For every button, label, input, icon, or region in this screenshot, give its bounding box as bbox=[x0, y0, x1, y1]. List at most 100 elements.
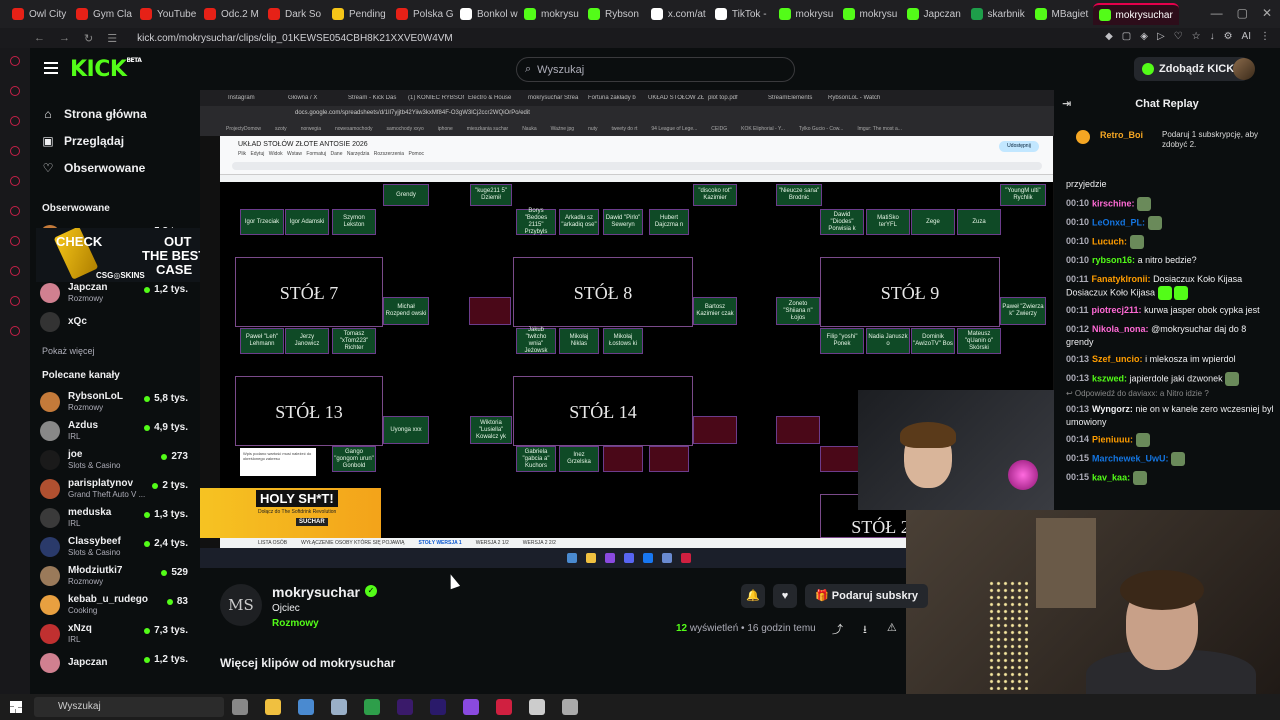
taskbar-app-icon[interactable] bbox=[331, 699, 347, 715]
browser-tab[interactable]: TikTok - bbox=[709, 3, 773, 25]
chat-username[interactable]: Wyngorz: bbox=[1092, 404, 1133, 414]
minimize-icon[interactable]: — bbox=[1211, 6, 1223, 20]
channel-item[interactable]: xQc bbox=[30, 307, 200, 336]
browser-tab[interactable]: YouTube bbox=[134, 3, 198, 25]
browser-tab[interactable]: Dark So bbox=[262, 3, 326, 25]
chat-username[interactable]: Nikola_nona: bbox=[1092, 324, 1149, 334]
get-kicks-button[interactable]: Zdobądź KICKs bbox=[1134, 57, 1249, 81]
browser-tab[interactable]: Owl City bbox=[6, 3, 70, 25]
close-icon[interactable]: ✕ bbox=[1262, 6, 1272, 20]
panel-icon[interactable] bbox=[10, 146, 20, 156]
collapse-chat-icon[interactable]: ⇥ bbox=[1062, 90, 1071, 118]
show-more-link[interactable]: Pokaż więcej bbox=[42, 346, 200, 356]
channel-item[interactable]: Japczan 1,2 tys. bbox=[30, 648, 200, 677]
panel-icon[interactable] bbox=[10, 86, 20, 96]
chat-username[interactable]: kszwed: bbox=[1092, 373, 1127, 383]
bell-icon[interactable]: 🔔 bbox=[741, 584, 765, 608]
browser-tab[interactable]: Odc.2 M bbox=[198, 3, 262, 25]
kick-logo[interactable]: KICKBETA bbox=[70, 57, 142, 82]
panel-icon[interactable] bbox=[10, 236, 20, 246]
extension-icon[interactable]: ☆ bbox=[1192, 31, 1201, 42]
report-icon[interactable]: ⚠ bbox=[887, 621, 897, 640]
taskbar-app-icon[interactable] bbox=[496, 699, 512, 715]
channel-item[interactable]: kebab_u_rudego Cooking 83 bbox=[30, 590, 200, 619]
reload-icon[interactable]: ↻ bbox=[84, 32, 93, 45]
streamer-avatar[interactable]: MS bbox=[220, 584, 262, 626]
taskbar-app-icon[interactable] bbox=[298, 699, 314, 715]
chat-username[interactable]: Szef_uncio: bbox=[1092, 354, 1143, 364]
chat-username[interactable]: LeOnxd_PL: bbox=[1092, 217, 1145, 227]
chat-username[interactable]: kirschine: bbox=[1092, 198, 1135, 208]
taskbar-app-icon[interactable] bbox=[232, 699, 248, 715]
chat-username[interactable]: Marchewek_UwU: bbox=[1092, 453, 1169, 463]
maximize-icon[interactable]: ▢ bbox=[1237, 6, 1248, 20]
channel-item[interactable]: joe Slots & Casino 273 bbox=[30, 445, 200, 474]
panel-icon[interactable] bbox=[10, 56, 20, 66]
sidebar-nav-item[interactable]: ⌂ Strona główna bbox=[42, 100, 200, 127]
channel-item[interactable]: Młodziutki7 Rozmowy 529 bbox=[30, 561, 200, 590]
extension-icon[interactable]: ◆ bbox=[1105, 31, 1113, 42]
chat-username[interactable]: Pieniuuu: bbox=[1092, 434, 1133, 444]
ad-banner[interactable]: CHECK OUT THE BEST CASE CSG◎SKINS bbox=[36, 228, 216, 282]
back-icon[interactable]: ← bbox=[34, 32, 45, 44]
download-icon[interactable]: ⭳ bbox=[863, 621, 867, 640]
extension-icon[interactable]: AI bbox=[1242, 31, 1251, 42]
chat-username[interactable]: rybson16: bbox=[1092, 255, 1135, 265]
channel-item[interactable]: Japczan Rozmowy 1,2 tys. bbox=[30, 278, 200, 307]
panel-icon[interactable] bbox=[10, 326, 20, 336]
channel-item[interactable]: parisplatynov Grand Theft Auto V ... 2 tys… bbox=[30, 474, 200, 503]
browser-tab[interactable]: MBagiet bbox=[1029, 3, 1093, 25]
taskbar-app-icon[interactable] bbox=[364, 699, 380, 715]
extension-icon[interactable]: ⋮ bbox=[1260, 31, 1270, 42]
chat-username[interactable]: kav_kaa: bbox=[1092, 472, 1130, 482]
panel-icon[interactable] bbox=[10, 296, 20, 306]
sidebar-nav-item[interactable]: ♡ Obserwowane bbox=[42, 154, 200, 181]
browser-tab[interactable]: Bonkol w bbox=[454, 3, 518, 25]
streamer-name[interactable]: mokrysuchar bbox=[272, 584, 360, 600]
taskbar-search[interactable]: Wyszukaj bbox=[34, 697, 224, 717]
channel-item[interactable]: Classybeef Slots & Casino 2,4 tys. bbox=[30, 532, 200, 561]
sidebar-nav-item[interactable]: ▣ Przeglądaj bbox=[42, 127, 200, 154]
chat-username[interactable]: Fanatyklronii: bbox=[1092, 274, 1151, 284]
browser-tab[interactable]: Gym Cla bbox=[70, 3, 134, 25]
channel-item[interactable]: RybsonLoL Rozmowy 5,8 tys. bbox=[30, 387, 200, 416]
channel-item[interactable]: Azdus IRL 4,9 tys. bbox=[30, 416, 200, 445]
url-field[interactable]: kick.com/mokrysuchar/clips/clip_01KEWSE0… bbox=[137, 33, 453, 44]
search-input[interactable]: ⌕ Wyszukaj bbox=[516, 57, 795, 82]
browser-tab[interactable]: Japczan bbox=[901, 3, 965, 25]
clip-category[interactable]: Rozmowy bbox=[272, 618, 319, 629]
taskbar-app-icon[interactable] bbox=[397, 699, 413, 715]
forward-icon[interactable]: → bbox=[59, 32, 70, 44]
panel-icon[interactable] bbox=[10, 266, 20, 276]
extension-icon[interactable]: ▷ bbox=[1157, 31, 1165, 42]
extension-icon[interactable]: ◈ bbox=[1140, 31, 1148, 42]
panel-icon[interactable] bbox=[10, 176, 20, 186]
browser-tab[interactable]: Polska G bbox=[390, 3, 454, 25]
channel-item[interactable]: meduska IRL 1,3 tys. bbox=[30, 503, 200, 532]
extension-icon[interactable]: ↓ bbox=[1210, 31, 1215, 42]
taskbar-app-icon[interactable] bbox=[529, 699, 545, 715]
panel-icon[interactable] bbox=[10, 206, 20, 216]
extension-icon[interactable]: ⚙ bbox=[1224, 31, 1233, 42]
taskbar-app-icon[interactable] bbox=[562, 699, 578, 715]
taskbar-app-icon[interactable] bbox=[265, 699, 281, 715]
chat-username[interactable]: piotrecj211: bbox=[1092, 305, 1142, 315]
extension-icon[interactable]: ▢ bbox=[1122, 31, 1131, 42]
taskbar-app-icon[interactable] bbox=[430, 699, 446, 715]
browser-tab[interactable]: x.com/at bbox=[645, 3, 709, 25]
pinned-gift-message[interactable]: Retro_Boi Podaruj 1 subskrypcję, aby zdo… bbox=[1054, 118, 1280, 160]
panel-icon[interactable] bbox=[10, 116, 20, 126]
extension-icon[interactable]: ♡ bbox=[1174, 31, 1183, 42]
browser-tab[interactable]: mokrysu bbox=[773, 3, 837, 25]
site-info-icon[interactable]: ☰ bbox=[107, 32, 117, 45]
browser-tab[interactable]: Rybson bbox=[582, 3, 645, 25]
browser-tab[interactable]: Pending bbox=[326, 3, 390, 25]
browser-tab[interactable]: mokrysu bbox=[518, 3, 582, 25]
gift-sub-button[interactable]: 🎁 Podaruj subskry bbox=[805, 584, 928, 608]
menu-icon[interactable] bbox=[44, 62, 58, 74]
chat-username[interactable]: Lucuch: bbox=[1092, 236, 1127, 246]
browser-tab[interactable]: skarbnik bbox=[965, 3, 1029, 25]
browser-tab[interactable]: mokrysu bbox=[837, 3, 901, 25]
channel-item[interactable]: xNzq IRL 7,3 tys. bbox=[30, 619, 200, 648]
browser-tab[interactable]: mokrysuchar bbox=[1092, 3, 1179, 25]
